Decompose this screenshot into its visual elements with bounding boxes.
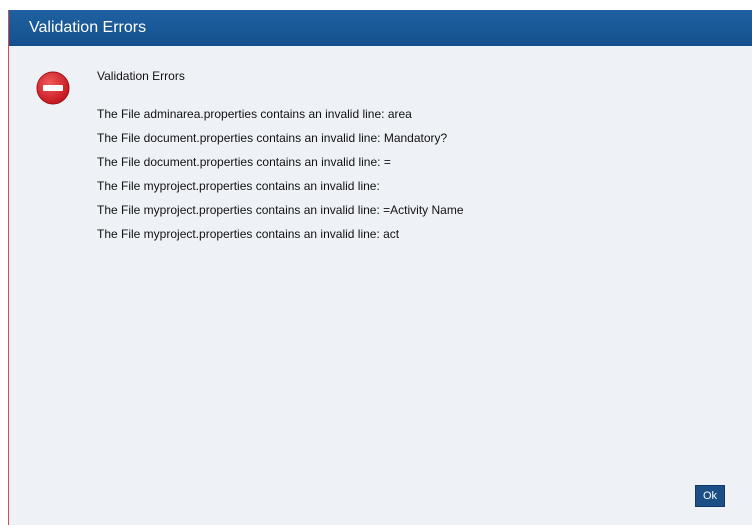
ok-button[interactable]: Ok (695, 485, 725, 507)
dialog-content: Validation Errors The File adminarea.pro… (97, 68, 732, 250)
error-item: The File document.properties contains an… (97, 155, 391, 169)
error-list: The File adminarea.properties contains a… (97, 106, 732, 250)
validation-errors-dialog: Validation Errors Validation Errors The … (8, 10, 752, 525)
error-item: The File myproject.properties contains a… (97, 179, 380, 193)
dialog-title-bar: Validation Errors (9, 10, 752, 46)
error-item: The File adminarea.properties contains a… (97, 107, 412, 121)
dialog-title: Validation Errors (29, 19, 147, 36)
dialog-heading: Validation Errors (97, 69, 185, 83)
error-stop-icon (36, 71, 70, 105)
error-item: The File document.properties contains an… (97, 131, 448, 145)
error-item: The File myproject.properties contains a… (97, 203, 464, 217)
error-item: The File myproject.properties contains a… (97, 227, 400, 241)
